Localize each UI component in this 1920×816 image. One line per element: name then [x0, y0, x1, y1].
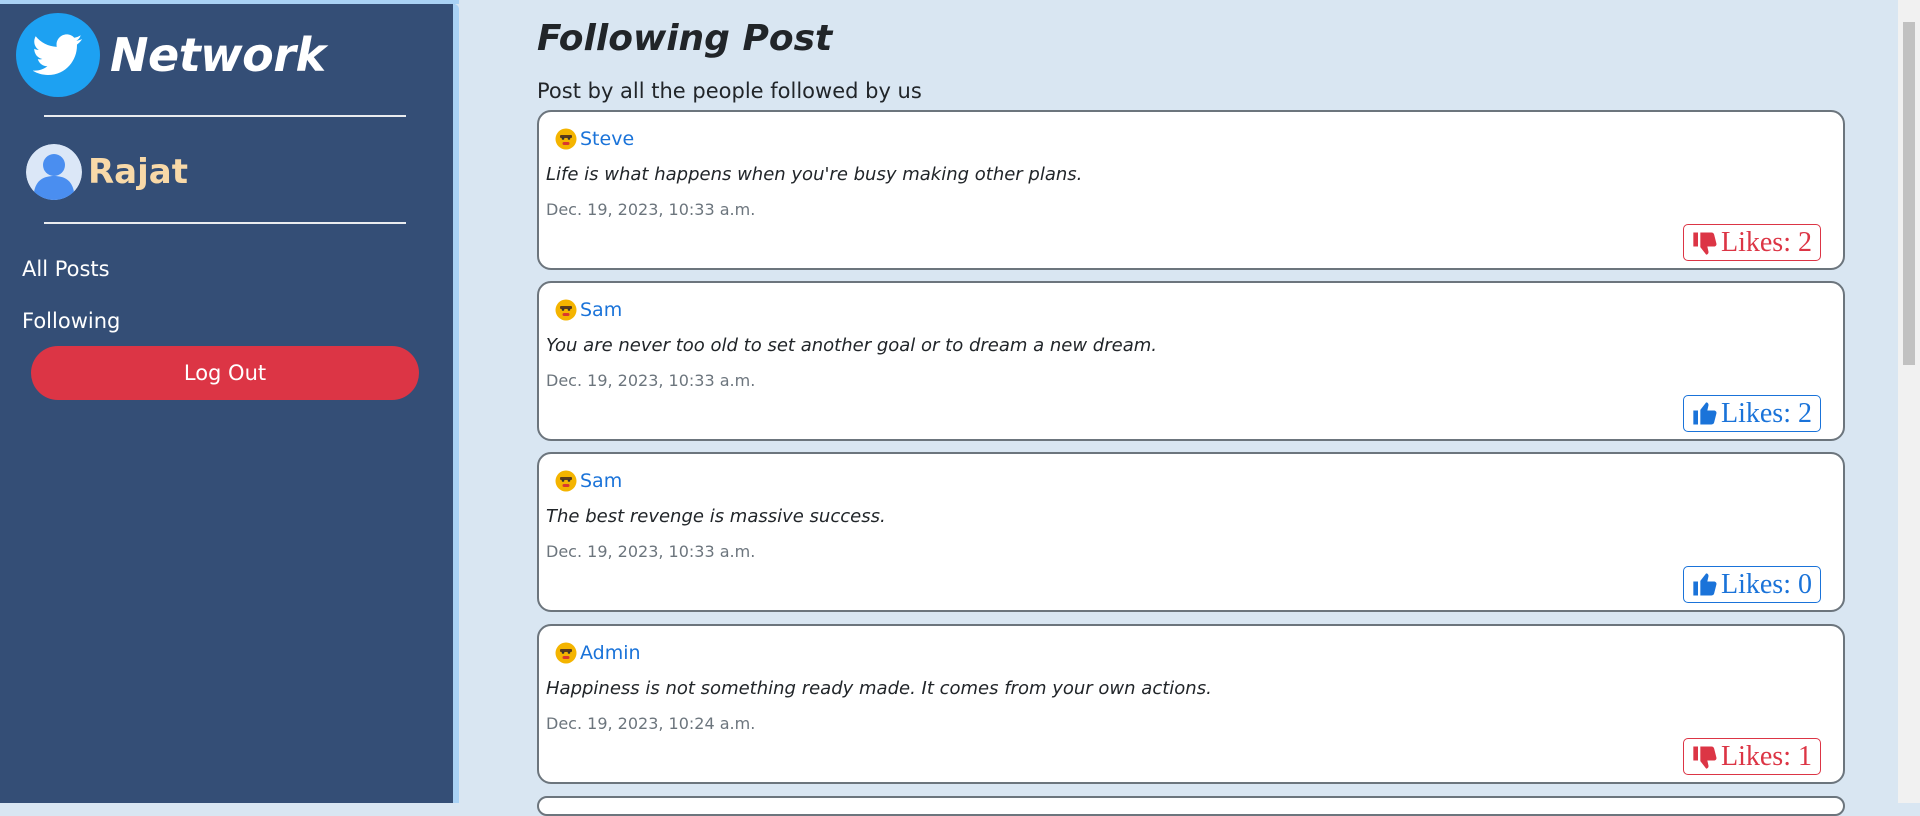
post-timestamp: Dec. 19, 2023, 10:33 a.m.: [546, 542, 756, 561]
post-content: Life is what happens when you're busy ma…: [546, 164, 1083, 185]
brand-name: Network: [110, 28, 326, 82]
post-content: Happiness is not something ready made. I…: [546, 678, 1212, 699]
page-subtitle: Post by all the people followed by us: [537, 79, 922, 103]
post-author: Admin: [555, 642, 641, 664]
user-avatar-icon: [26, 144, 82, 200]
brand[interactable]: Network: [16, 13, 326, 97]
logout-button[interactable]: Log Out: [31, 346, 419, 400]
post-card: Steve Life is what happens when you're b…: [537, 110, 1845, 270]
thumbs-up-icon: [1693, 401, 1717, 424]
post-card: Sam You are never too old to set another…: [537, 281, 1845, 441]
post-timestamp: Dec. 19, 2023, 10:24 a.m.: [546, 714, 756, 733]
username: Rajat: [88, 152, 188, 192]
nav-all-posts[interactable]: All Posts: [22, 257, 110, 281]
post-author: Sam: [555, 299, 622, 321]
post-card: [537, 796, 1845, 816]
likes-count: Likes: 2: [1721, 226, 1812, 258]
divider: [44, 222, 406, 224]
likes-count: Likes: 0: [1721, 568, 1812, 600]
post-timestamp: Dec. 19, 2023, 10:33 a.m.: [546, 200, 756, 219]
author-name-link[interactable]: Steve: [580, 128, 634, 150]
like-button[interactable]: Likes: 2: [1683, 224, 1821, 261]
user-emoji-icon: [555, 128, 577, 150]
nav-following[interactable]: Following: [22, 309, 120, 333]
post-content: The best revenge is massive success.: [546, 506, 886, 527]
thumbs-up-icon: [1693, 572, 1717, 595]
post-card: Admin Happiness is not something ready m…: [537, 624, 1845, 784]
user-emoji-icon: [555, 299, 577, 321]
divider: [44, 115, 406, 117]
post-author: Sam: [555, 470, 622, 492]
current-user[interactable]: Rajat: [26, 144, 188, 200]
user-emoji-icon: [555, 470, 577, 492]
page-title: Following Post: [537, 18, 833, 59]
post-author: Steve: [555, 128, 634, 150]
author-name-link[interactable]: Sam: [580, 299, 622, 321]
user-emoji-icon: [555, 642, 577, 664]
post-content: You are never too old to set another goa…: [546, 335, 1157, 356]
author-name-link[interactable]: Admin: [580, 642, 641, 664]
likes-count: Likes: 1: [1721, 740, 1812, 772]
post-timestamp: Dec. 19, 2023, 10:33 a.m.: [546, 371, 756, 390]
like-button[interactable]: Likes: 0: [1683, 566, 1821, 603]
post-card: Sam The best revenge is massive success.…: [537, 452, 1845, 612]
like-button[interactable]: Likes: 2: [1683, 395, 1821, 432]
scrollbar[interactable]: [1898, 0, 1920, 803]
like-button[interactable]: Likes: 1: [1683, 738, 1821, 775]
scrollbar-thumb[interactable]: [1903, 22, 1915, 365]
likes-count: Likes: 2: [1721, 397, 1812, 429]
twitter-bird-icon: [16, 13, 100, 97]
thumbs-down-icon: [1693, 746, 1717, 769]
sidebar: Network Rajat All Posts Following Log Ou…: [0, 4, 459, 803]
thumbs-down-icon: [1693, 232, 1717, 255]
author-name-link[interactable]: Sam: [580, 470, 622, 492]
